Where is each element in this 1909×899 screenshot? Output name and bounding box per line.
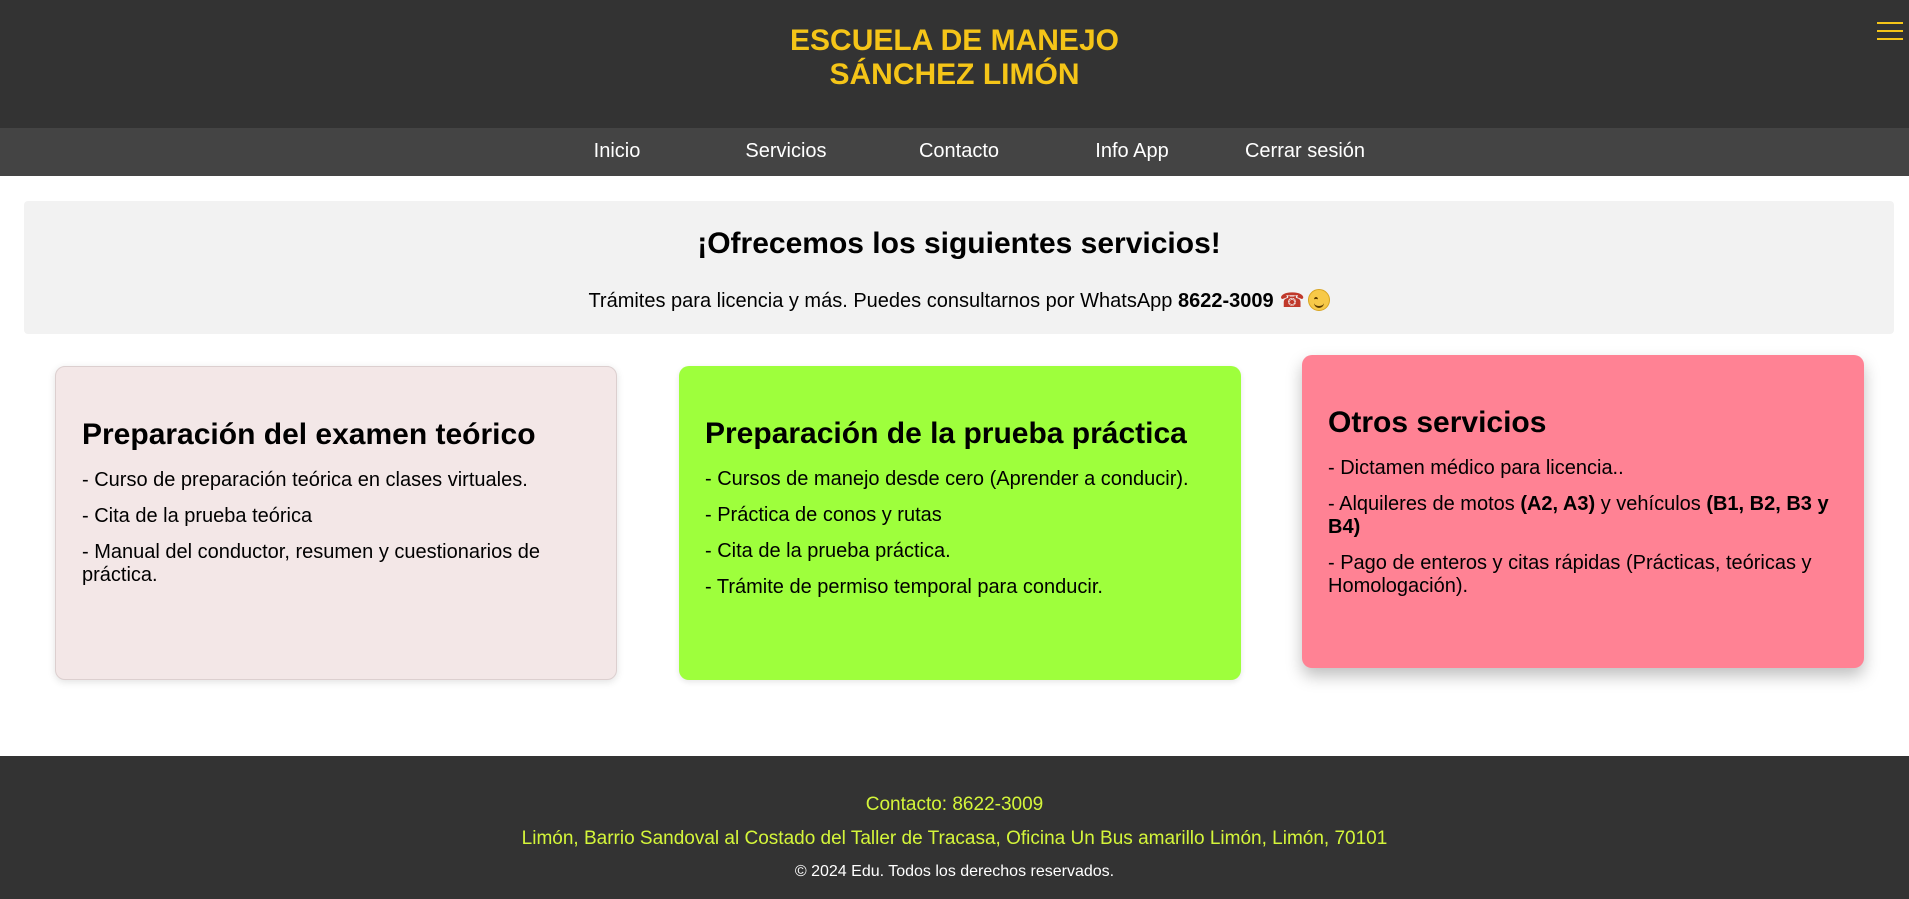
telephone-receiver-icon: ☎ — [1279, 290, 1305, 312]
card-item: - Trámite de permiso temporal para condu… — [705, 576, 1103, 598]
hamburger-menu-icon[interactable] — [1877, 16, 1903, 44]
whatsapp-phone: 8622-3009 — [1177, 290, 1274, 312]
footer-contact: Contacto: 8622-3009 — [865, 794, 1044, 815]
intro-text: Trámites para licencia y más. Puedes con… — [588, 290, 1178, 312]
card-title: Preparación de la prueba práctica — [705, 417, 1187, 450]
site-footer: Contacto: 8622-3009 Limón, Barrio Sandov… — [0, 756, 1909, 899]
card-item: - Manual del conductor, resumen y cuesti… — [82, 541, 541, 586]
card-title: Otros servicios — [1328, 406, 1547, 439]
footer-copyright: © 2024 Edu. Todos los derechos reservado… — [794, 863, 1115, 880]
card-item: - Cita de la prueba teórica — [82, 505, 313, 527]
card-item: - Pago de enteros y citas rápidas (Práct… — [1328, 552, 1812, 597]
footer-address: Limón, Barrio Sandoval al Costado del Ta… — [521, 828, 1388, 849]
motorcycle-classes: (A2, A3) — [1520, 493, 1596, 515]
site-title-line-2: SÁNCHEZ LIMÓN — [829, 58, 1080, 91]
services-intro: ¡Ofrecemos los siguientes servicios! Trá… — [24, 201, 1894, 334]
nav-link-cerrar-sesion[interactable]: Cerrar sesión — [1235, 128, 1375, 176]
nav-link-info-app[interactable]: Info App — [1062, 128, 1202, 176]
nav-link-inicio[interactable]: Inicio — [547, 128, 687, 176]
main-navigation: Inicio Servicios Contacto Info App Cerra… — [0, 128, 1909, 176]
card-item: - Dictamen médico para licencia.. — [1328, 457, 1624, 479]
card-item: - Cursos de manejo desde cero (Aprender … — [705, 468, 1189, 490]
services-intro-text: Trámites para licencia y más. Puedes con… — [24, 287, 1894, 315]
card-item: - Práctica de conos y rutas — [705, 504, 942, 526]
service-card-theory: Preparación del examen teórico - Curso d… — [55, 366, 617, 680]
site-title-line-1: ESCUELA DE MANEJO — [790, 24, 1119, 57]
card-item: - Curso de preparación teórica en clases… — [82, 469, 528, 491]
site-title: ESCUELA DE MANEJO SÁNCHEZ LIMÓN — [0, 24, 1909, 92]
nav-link-contacto[interactable]: Contacto — [889, 128, 1029, 176]
rentals-prefix: - Alquileres de motos — [1328, 493, 1521, 515]
card-item-rentals: - Alquileres de motos (A2, A3) y vehícul… — [1328, 493, 1838, 539]
smiling-face-icon — [1307, 289, 1330, 311]
card-item: - Cita de la prueba práctica. — [705, 540, 951, 562]
service-card-practical: Preparación de la prueba práctica - Curs… — [679, 366, 1241, 680]
site-header: ESCUELA DE MANEJO SÁNCHEZ LIMÓN — [0, 0, 1909, 128]
card-title: Preparación del examen teórico — [82, 418, 536, 451]
services-heading: ¡Ofrecemos los siguientes servicios! — [697, 227, 1221, 260]
rentals-middle: y vehículos — [1595, 493, 1707, 515]
nav-link-servicios[interactable]: Servicios — [716, 128, 856, 176]
service-card-other: Otros servicios - Dictamen médico para l… — [1302, 355, 1864, 668]
